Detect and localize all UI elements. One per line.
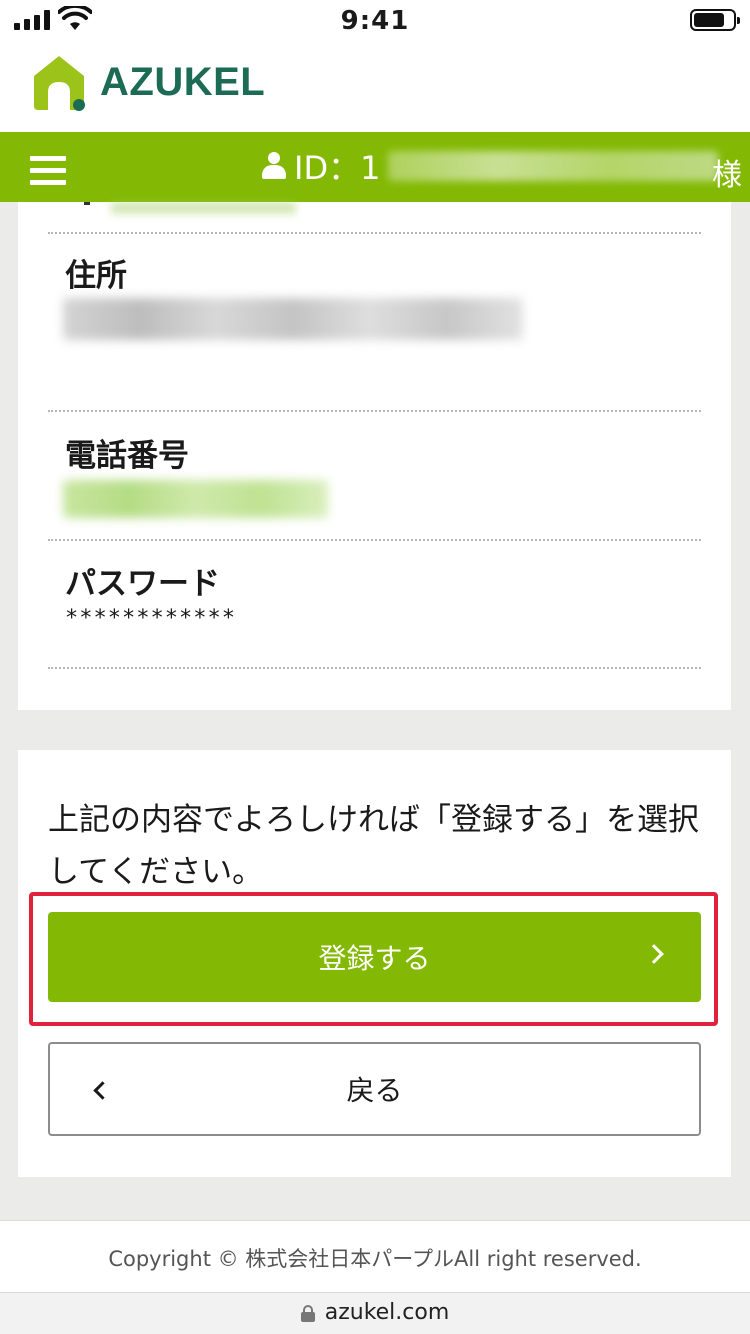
- phone-value-redacted: [63, 480, 328, 518]
- user-icon: [262, 152, 286, 180]
- site-header: AZUKEL: [0, 40, 750, 132]
- brand-name[interactable]: AZUKEL: [100, 60, 265, 105]
- nav-bar: ID：1 様: [0, 132, 750, 202]
- password-value: ************: [65, 606, 236, 631]
- hamburger-menu-icon[interactable]: [30, 156, 66, 186]
- honorific-label: 様: [712, 158, 742, 193]
- register-button[interactable]: 登録する: [48, 912, 701, 1002]
- back-button-label: 戻る: [346, 1074, 403, 1107]
- phone-label: 電話番号: [65, 438, 189, 474]
- status-bar: 9:41: [0, 0, 750, 40]
- divider: [48, 539, 701, 541]
- divider: [48, 232, 701, 234]
- confirm-actions: 上記の内容でよろしければ「登録する」を選択してください。 登録する 戻る: [18, 750, 731, 1177]
- back-button[interactable]: 戻る: [48, 1042, 701, 1136]
- user-id-redacted: [388, 151, 719, 181]
- address-value-redacted: [63, 298, 523, 340]
- url-text[interactable]: azukel.com: [325, 1300, 450, 1325]
- user-id-prefix: ID：1: [294, 149, 381, 187]
- copyright-text: Copyright © 株式会社日本パープルAll right reserved…: [108, 1247, 642, 1271]
- azukel-logo-icon[interactable]: [30, 52, 88, 112]
- lock-icon: [300, 1304, 315, 1322]
- page-footer: Copyright © 株式会社日本パープルAll right reserved…: [0, 1220, 750, 1292]
- user-id-display: ID：1: [262, 146, 719, 187]
- status-time: 9:41: [340, 6, 410, 36]
- divider: [48, 667, 701, 669]
- previous-field-value-redacted: [66, 202, 306, 214]
- confirmation-details: 住所 電話番号 パスワード ************: [18, 202, 731, 710]
- battery-icon: [690, 9, 740, 31]
- confirm-instruction: 上記の内容でよろしければ「登録する」を選択してください。: [48, 802, 699, 890]
- register-button-label: 登録する: [318, 942, 431, 975]
- divider: [48, 410, 701, 412]
- password-label: パスワード: [65, 566, 220, 602]
- chevron-left-icon: [93, 1081, 112, 1100]
- chevron-right-icon: [644, 944, 664, 964]
- address-label: 住所: [65, 258, 127, 294]
- browser-url-bar[interactable]: azukel.com: [0, 1292, 750, 1334]
